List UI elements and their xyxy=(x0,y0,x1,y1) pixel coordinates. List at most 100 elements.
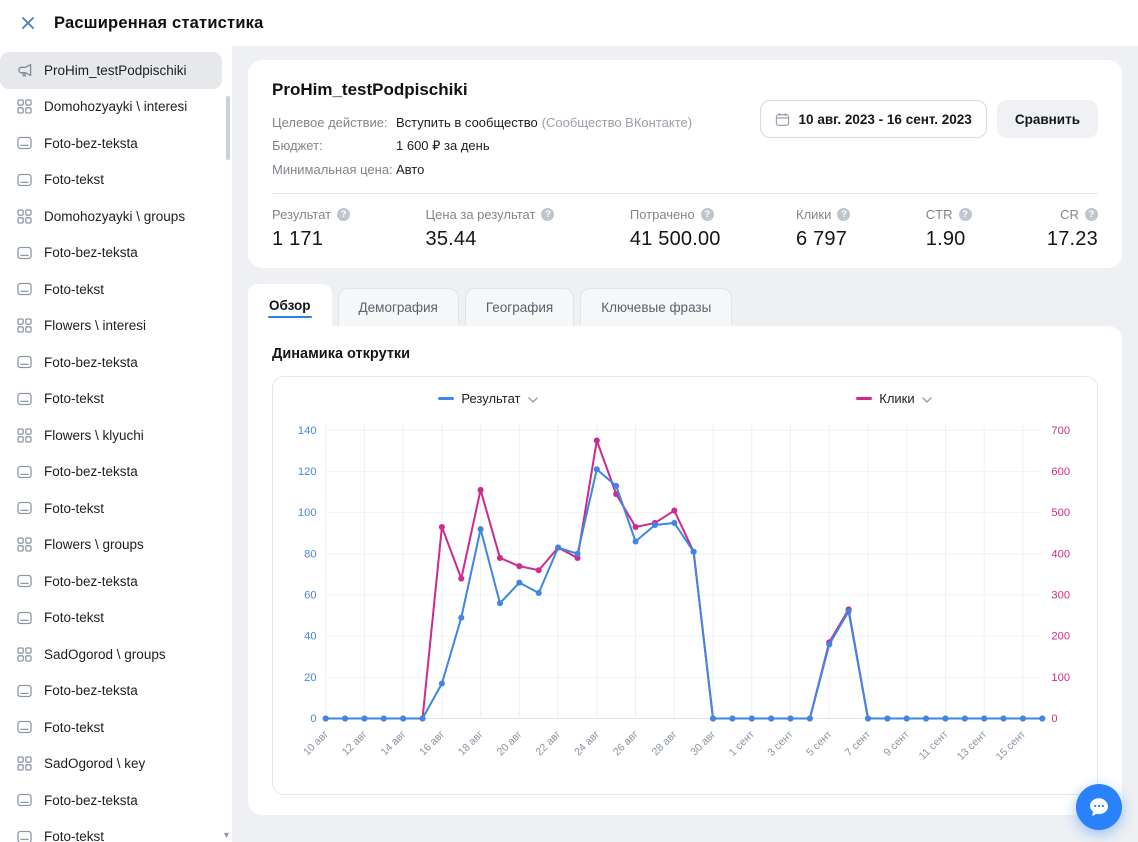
sidebar-item-label: Foto-tekst xyxy=(44,610,104,625)
chat-bubble-icon xyxy=(1087,795,1111,819)
question-circle-icon[interactable]: ? xyxy=(337,208,350,221)
sidebar-item[interactable]: Flowers \ klyuchi xyxy=(0,417,222,454)
svg-text:1 сент: 1 сент xyxy=(727,728,757,758)
metric-label-text: Клики xyxy=(796,207,831,222)
sidebar-item[interactable]: Foto-tekst xyxy=(0,162,222,199)
sidebar-item[interactable]: Foto-tekst xyxy=(0,819,222,842)
info-note: (Сообщество ВКонтакте) xyxy=(542,115,692,130)
main-content: ProHim_testPodpischiki Целевое действие:… xyxy=(232,46,1138,842)
metric-2: Потрачено? 41 500.00 xyxy=(630,207,721,251)
tab-label: Обзор xyxy=(269,298,311,313)
sidebar-item-label: Foto-bez-teksta xyxy=(44,574,138,589)
grid-icon xyxy=(16,209,33,224)
sidebar-item-label: SadOgorod \ key xyxy=(44,756,145,771)
sidebar-item[interactable]: Foto-tekst xyxy=(0,709,222,746)
grid-icon xyxy=(16,756,33,771)
sidebar-item[interactable]: Domohozyayki \ groups xyxy=(0,198,222,235)
tab-geography[interactable]: География xyxy=(465,288,574,326)
banner-icon xyxy=(16,173,33,187)
banner-icon xyxy=(16,793,33,807)
svg-text:400: 400 xyxy=(1051,548,1070,560)
question-circle-icon[interactable]: ? xyxy=(959,208,972,221)
metric-label: Результат? xyxy=(272,207,350,222)
sidebar-scrollbar[interactable] xyxy=(226,96,230,160)
banner-icon xyxy=(16,574,33,588)
svg-text:10 авг: 10 авг xyxy=(301,728,331,758)
campaign-header-top: ProHim_testPodpischiki Целевое действие:… xyxy=(272,78,1098,185)
date-range-label: 10 авг. 2023 - 16 сент. 2023 xyxy=(799,112,972,127)
app-layout: ProHim_testPodpischikiDomohozyayki \ int… xyxy=(0,46,1138,842)
sidebar-item[interactable]: Foto-bez-teksta xyxy=(0,673,222,710)
tab-overview[interactable]: Обзор xyxy=(248,284,332,326)
campaign-info: Целевое действие:Вступить в сообщество(С… xyxy=(272,115,692,177)
close-button[interactable] xyxy=(17,12,39,34)
metric-value: 41 500.00 xyxy=(630,228,721,251)
topbar: Расширенная статистика xyxy=(0,0,1138,46)
metric-label: Клики? xyxy=(796,207,850,222)
banner-icon xyxy=(16,830,33,842)
legend-line-swatch xyxy=(856,397,872,400)
legend-item[interactable]: Результат xyxy=(438,391,537,406)
metric-0: Результат?1 171 xyxy=(272,207,350,251)
legend-item[interactable]: Клики xyxy=(856,391,931,406)
sidebar-item[interactable]: SadOgorod \ key xyxy=(0,746,222,783)
compare-button[interactable]: Сравнить xyxy=(997,100,1098,138)
sidebar-item[interactable]: Foto-bez-teksta xyxy=(0,235,222,272)
info-value: Авто xyxy=(396,162,424,177)
question-circle-icon[interactable]: ? xyxy=(701,208,714,221)
tab-demography[interactable]: Демография xyxy=(338,288,459,326)
metric-label: Потрачено? xyxy=(630,207,721,222)
campaign-summary: ProHim_testPodpischiki Целевое действие:… xyxy=(272,78,692,185)
svg-text:700: 700 xyxy=(1051,425,1070,437)
svg-text:28 авг: 28 авг xyxy=(650,728,680,758)
banner-icon xyxy=(16,684,33,698)
info-label: Бюджет: xyxy=(272,138,396,153)
legend-label: Результат xyxy=(461,391,520,406)
sidebar-item[interactable]: ProHim_testPodpischiki xyxy=(0,52,222,89)
campaign-header-card: ProHim_testPodpischiki Целевое действие:… xyxy=(248,60,1122,268)
sidebar-item[interactable]: Foto-bez-teksta xyxy=(0,782,222,819)
sidebar-item[interactable]: Foto-tekst xyxy=(0,381,222,418)
tabs: Обзор Демография ГеографияКлючевые фразы xyxy=(248,284,1122,326)
svg-text:80: 80 xyxy=(304,548,316,560)
chat-fab-button[interactable] xyxy=(1076,784,1122,830)
tab-label: Демография xyxy=(359,300,438,315)
chart-legend: Результат Клики xyxy=(279,391,1091,406)
sidebar-item[interactable]: Foto-bez-teksta xyxy=(0,125,222,162)
chart-box: РезультатКлики 0204060801001201400100200… xyxy=(272,376,1098,795)
sidebar-item[interactable]: SadOgorod \ groups xyxy=(0,636,222,673)
metric-label-text: Результат xyxy=(272,207,331,222)
sidebar-item[interactable]: Flowers \ groups xyxy=(0,527,222,564)
question-circle-icon[interactable]: ? xyxy=(837,208,850,221)
sidebar-item[interactable]: Flowers \ interesi xyxy=(0,308,222,345)
sidebar-item[interactable]: Foto-bez-teksta xyxy=(0,563,222,600)
sidebar-item[interactable]: Foto-tekst xyxy=(0,490,222,527)
sidebar-scroll-down-icon[interactable]: ▾ xyxy=(224,831,229,841)
sidebar-item-label: Foto-tekst xyxy=(44,391,104,406)
question-circle-icon[interactable]: ? xyxy=(1085,208,1098,221)
sidebar-item[interactable]: Foto-bez-teksta xyxy=(0,454,222,491)
date-range-picker[interactable]: 10 авг. 2023 - 16 сент. 2023 xyxy=(760,100,987,138)
info-label: Минимальная цена: xyxy=(272,162,396,177)
sidebar-item[interactable]: Domohozyayki \ interesi xyxy=(0,89,222,126)
sidebar-item[interactable]: Foto-tekst xyxy=(0,600,222,637)
sidebar-item-label: Foto-tekst xyxy=(44,501,104,516)
metric-label: CTR? xyxy=(926,207,972,222)
tab-keyphrases[interactable]: Ключевые фразы xyxy=(580,288,732,326)
info-value: 1 600 ₽ за день xyxy=(396,138,490,154)
calendar-icon xyxy=(775,112,790,127)
campaign-info-row: Минимальная цена:Авто xyxy=(272,162,692,177)
metric-1: Цена за результат?35.44 xyxy=(426,207,555,251)
svg-text:22 авг: 22 авг xyxy=(533,728,563,758)
dynamics-chart: 0204060801001201400100200300400500600700… xyxy=(279,412,1091,790)
header-actions: 10 авг. 2023 - 16 сент. 2023 Сравнить xyxy=(760,100,1098,138)
sidebar-item-label: Foto-bez-teksta xyxy=(44,464,138,479)
sidebar-item[interactable]: Foto-tekst xyxy=(0,271,222,308)
question-circle-icon[interactable]: ? xyxy=(541,208,554,221)
svg-text:140: 140 xyxy=(298,425,317,437)
sidebar-item-label: Foto-tekst xyxy=(44,720,104,735)
svg-text:300: 300 xyxy=(1051,590,1070,602)
sidebar-item-label: Foto-bez-teksta xyxy=(44,793,138,808)
metrics-row: Результат?1 171 Цена за результат?35.44 По… xyxy=(272,193,1098,268)
sidebar-item[interactable]: Foto-bez-teksta xyxy=(0,344,222,381)
